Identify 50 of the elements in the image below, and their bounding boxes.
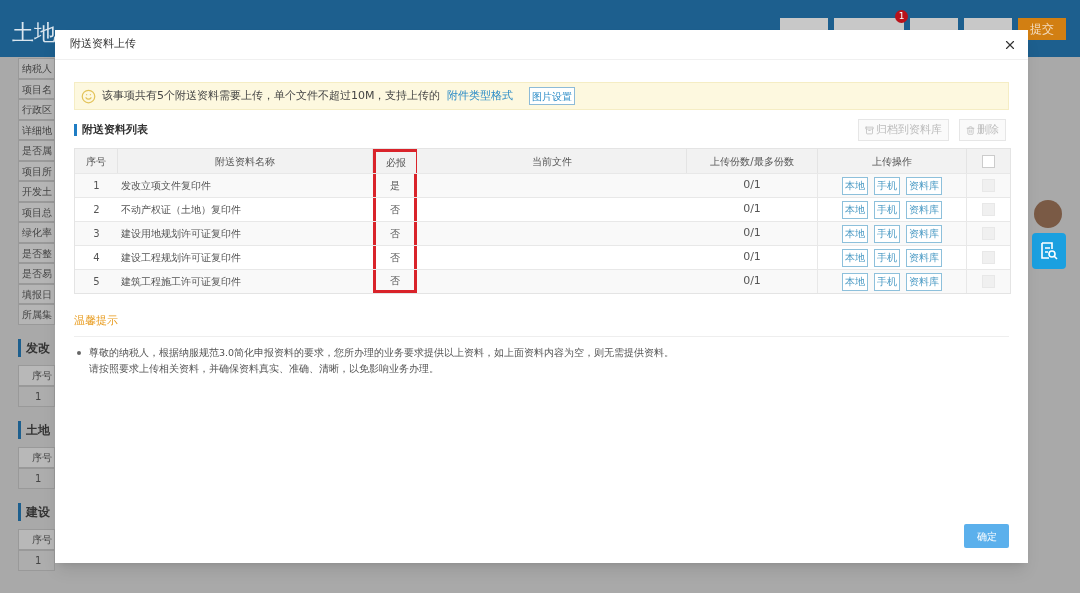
confirm-button[interactable]: 确定 (964, 524, 1009, 548)
file-types-link[interactable]: 附件类型格式 (446, 87, 513, 105)
table-cell-text: 2 (92, 203, 101, 217)
form-label: 是否易 (18, 263, 55, 284)
table-cell-text: 5 (92, 275, 101, 289)
archive-icon (865, 125, 874, 135)
form-label: 项目总 (18, 201, 55, 222)
table-cell: 1 (18, 549, 55, 571)
form-label: 开发土 (18, 181, 55, 202)
form-label: 是否整 (18, 242, 55, 263)
tip-text: 请按照要求上传相关资料，并确保资料真实、准确、清晰，以免影响业务办理。 (89, 361, 440, 376)
search-doc-icon[interactable] (1032, 233, 1066, 269)
notice-text: 该事项共有5个附送资料需要上传，单个文件不超过10M，支持上传的 (102, 87, 441, 104)
table-cell: 1 (18, 385, 55, 407)
table-cell-text: 建设用地规划许可证复印件 (120, 227, 242, 241)
form-label: 项目名 (18, 78, 55, 99)
list-title: 附送资料列表 (74, 124, 148, 136)
bullet-icon (77, 350, 81, 355)
table-header-cell: 序号 (18, 446, 55, 468)
table-cell-text: 3 (92, 227, 101, 241)
submit-button[interactable]: 提交 (1018, 18, 1066, 40)
form-label: 绿化率 (18, 222, 55, 243)
form-label: 是否属 (18, 140, 55, 161)
table-cell-text: 4 (92, 251, 101, 265)
tips-title: 温馨提示 (74, 313, 119, 329)
trash-icon (966, 125, 975, 135)
table-cell-text: 发改立项文件复印件 (120, 179, 212, 193)
table-cell: 1 (18, 467, 55, 489)
tip-text: 尊敬的纳税人，根据纳服规范3.0简化申报资料的要求，您所办理的业务要求提供以上资料，如上面资料内容为空，则无需提供资料。 (89, 345, 675, 360)
table-header-cell: 序号 (18, 528, 55, 550)
dialog-title: 附送资料上传 (70, 36, 136, 53)
smile-icon (81, 88, 96, 104)
table-cell: 0/1 (687, 270, 818, 293)
page-title: 土地 (12, 19, 56, 47)
table-cell-text: 1 (92, 179, 101, 193)
form-label: 填报日 (18, 283, 55, 304)
form-label: 所属集 (18, 304, 55, 325)
table-cell-text: 不动产权证（土地）复印件 (120, 203, 242, 217)
table-header-cell: 序号 (18, 364, 55, 386)
form-label: 纳税人 (18, 58, 55, 79)
table-cell-text: 建设工程规划许可证复印件 (120, 251, 242, 265)
form-label: 行政区 (18, 99, 55, 120)
select-all-checkbox[interactable] (982, 154, 995, 168)
form-label: 详细地 (18, 119, 55, 140)
notification-badge: 1 (895, 10, 908, 23)
image-settings-button[interactable]: 图片设置 (528, 87, 575, 105)
table-cell-text: 建筑工程施工许可证复印件 (120, 275, 242, 289)
form-label: 项目所 (18, 160, 55, 181)
assistant-avatar[interactable] (1034, 200, 1062, 228)
table-cell: 否 (373, 270, 417, 293)
